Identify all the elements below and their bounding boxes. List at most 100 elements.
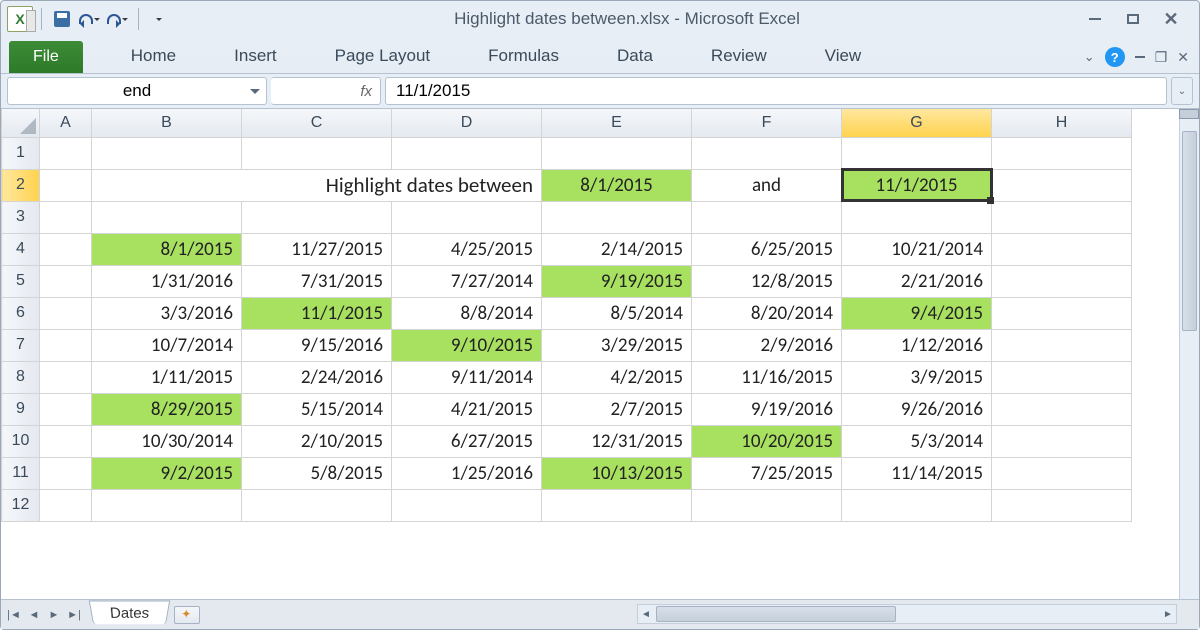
column-header-G[interactable]: G	[842, 109, 992, 137]
header-label[interactable]: Highlight dates between	[92, 169, 542, 201]
cell-G10[interactable]: 5/3/2014	[842, 425, 992, 457]
cell-H12[interactable]	[992, 489, 1132, 521]
vertical-scrollbar[interactable]	[1179, 109, 1199, 599]
cell-B1[interactable]	[92, 137, 242, 169]
cell-F12[interactable]	[692, 489, 842, 521]
mdi-restore-button[interactable]: ❐	[1155, 49, 1168, 66]
ribbon-tab-review[interactable]: Review	[691, 39, 787, 73]
cell-A2[interactable]	[40, 169, 92, 201]
cell-H11[interactable]	[992, 457, 1132, 489]
mdi-minimize-button[interactable]	[1135, 56, 1145, 58]
cell-A5[interactable]	[40, 265, 92, 297]
cell-E8[interactable]: 4/2/2015	[542, 361, 692, 393]
cell-A7[interactable]	[40, 329, 92, 361]
row-header-12[interactable]: 12	[2, 489, 40, 521]
cell-A8[interactable]	[40, 361, 92, 393]
cell-E12[interactable]	[542, 489, 692, 521]
cell-F11[interactable]: 7/25/2015	[692, 457, 842, 489]
row-header-9[interactable]: 9	[2, 393, 40, 425]
new-sheet-button[interactable]	[174, 606, 200, 624]
cell-G9[interactable]: 9/26/2016	[842, 393, 992, 425]
cell-C3[interactable]	[242, 201, 392, 233]
maximize-button[interactable]	[1121, 9, 1145, 29]
cell-C11[interactable]: 5/8/2015	[242, 457, 392, 489]
split-handle[interactable]	[1179, 109, 1199, 119]
cell-G11[interactable]: 11/14/2015	[842, 457, 992, 489]
cell-C7[interactable]: 9/15/2016	[242, 329, 392, 361]
formula-input[interactable]: 11/1/2015	[385, 77, 1167, 105]
row-header-8[interactable]: 8	[2, 361, 40, 393]
cell-C5[interactable]: 7/31/2015	[242, 265, 392, 297]
cell-H3[interactable]	[992, 201, 1132, 233]
cell-F9[interactable]: 9/19/2016	[692, 393, 842, 425]
row-header-6[interactable]: 6	[2, 297, 40, 329]
cell-H9[interactable]	[992, 393, 1132, 425]
sheet-table[interactable]: ABCDEFGH 12Highlight dates between8/1/20…	[1, 109, 1132, 522]
cell-B12[interactable]	[92, 489, 242, 521]
cell-G8[interactable]: 3/9/2015	[842, 361, 992, 393]
cell-B10[interactable]: 10/30/2014	[92, 425, 242, 457]
cell-A12[interactable]	[40, 489, 92, 521]
column-header-A[interactable]: A	[40, 109, 92, 137]
column-header-B[interactable]: B	[92, 109, 242, 137]
cell-H5[interactable]	[992, 265, 1132, 297]
cell-F4[interactable]: 6/25/2015	[692, 233, 842, 265]
cell-F6[interactable]: 8/20/2014	[692, 297, 842, 329]
and-label[interactable]: and	[692, 169, 842, 201]
cell-D11[interactable]: 1/25/2016	[392, 457, 542, 489]
cell-E4[interactable]: 2/14/2015	[542, 233, 692, 265]
cell-F1[interactable]	[692, 137, 842, 169]
scroll-left-button[interactable]: ◄	[638, 605, 654, 623]
cell-G12[interactable]	[842, 489, 992, 521]
row-header-7[interactable]: 7	[2, 329, 40, 361]
fx-icon[interactable]: fx	[360, 83, 372, 100]
column-header-E[interactable]: E	[542, 109, 692, 137]
sheet-nav-first[interactable]: |◄	[5, 606, 23, 624]
cell-B5[interactable]: 1/31/2016	[92, 265, 242, 297]
sheet-nav-next[interactable]: ►	[45, 606, 63, 624]
cell-E11[interactable]: 10/13/2015	[542, 457, 692, 489]
sheet-tab-dates[interactable]: Dates	[89, 600, 171, 624]
undo-button[interactable]	[78, 7, 102, 31]
ribbon-tab-data[interactable]: Data	[597, 39, 673, 73]
cell-A11[interactable]	[40, 457, 92, 489]
cell-B4[interactable]: 8/1/2015	[92, 233, 242, 265]
cell-C6[interactable]: 11/1/2015	[242, 297, 392, 329]
cell-A1[interactable]	[40, 137, 92, 169]
cell-C9[interactable]: 5/15/2014	[242, 393, 392, 425]
cell-E10[interactable]: 12/31/2015	[542, 425, 692, 457]
ribbon-minimize-button[interactable]: ⌄	[1084, 49, 1095, 65]
cell-D5[interactable]: 7/27/2014	[392, 265, 542, 297]
cell-F8[interactable]: 11/16/2015	[692, 361, 842, 393]
row-header-5[interactable]: 5	[2, 265, 40, 297]
save-button[interactable]	[50, 7, 74, 31]
cell-C10[interactable]: 2/10/2015	[242, 425, 392, 457]
cell-A4[interactable]	[40, 233, 92, 265]
cell-H6[interactable]	[992, 297, 1132, 329]
row-header-2[interactable]: 2	[2, 169, 40, 201]
cell-D7[interactable]: 9/10/2015	[392, 329, 542, 361]
cell-F7[interactable]: 2/9/2016	[692, 329, 842, 361]
row-header-10[interactable]: 10	[2, 425, 40, 457]
sheet-nav-last[interactable]: ►|	[65, 606, 83, 624]
cell-D3[interactable]	[392, 201, 542, 233]
cell-F10[interactable]: 10/20/2015	[692, 425, 842, 457]
row-header-11[interactable]: 11	[2, 457, 40, 489]
cell-E1[interactable]	[542, 137, 692, 169]
cell-E3[interactable]	[542, 201, 692, 233]
cell-G5[interactable]: 2/21/2016	[842, 265, 992, 297]
cell-B8[interactable]: 1/11/2015	[92, 361, 242, 393]
ribbon-tab-view[interactable]: View	[805, 39, 882, 73]
mdi-close-button[interactable]: ✕	[1177, 49, 1189, 66]
help-button[interactable]: ?	[1105, 47, 1125, 67]
cell-D1[interactable]	[392, 137, 542, 169]
file-tab[interactable]: File	[9, 41, 83, 73]
column-header-H[interactable]: H	[992, 109, 1132, 137]
cell-F5[interactable]: 12/8/2015	[692, 265, 842, 297]
cell-C1[interactable]	[242, 137, 392, 169]
cell-B6[interactable]: 3/3/2016	[92, 297, 242, 329]
chevron-down-icon[interactable]	[246, 84, 262, 100]
cell-E7[interactable]: 3/29/2015	[542, 329, 692, 361]
cell-C12[interactable]	[242, 489, 392, 521]
row-header-4[interactable]: 4	[2, 233, 40, 265]
